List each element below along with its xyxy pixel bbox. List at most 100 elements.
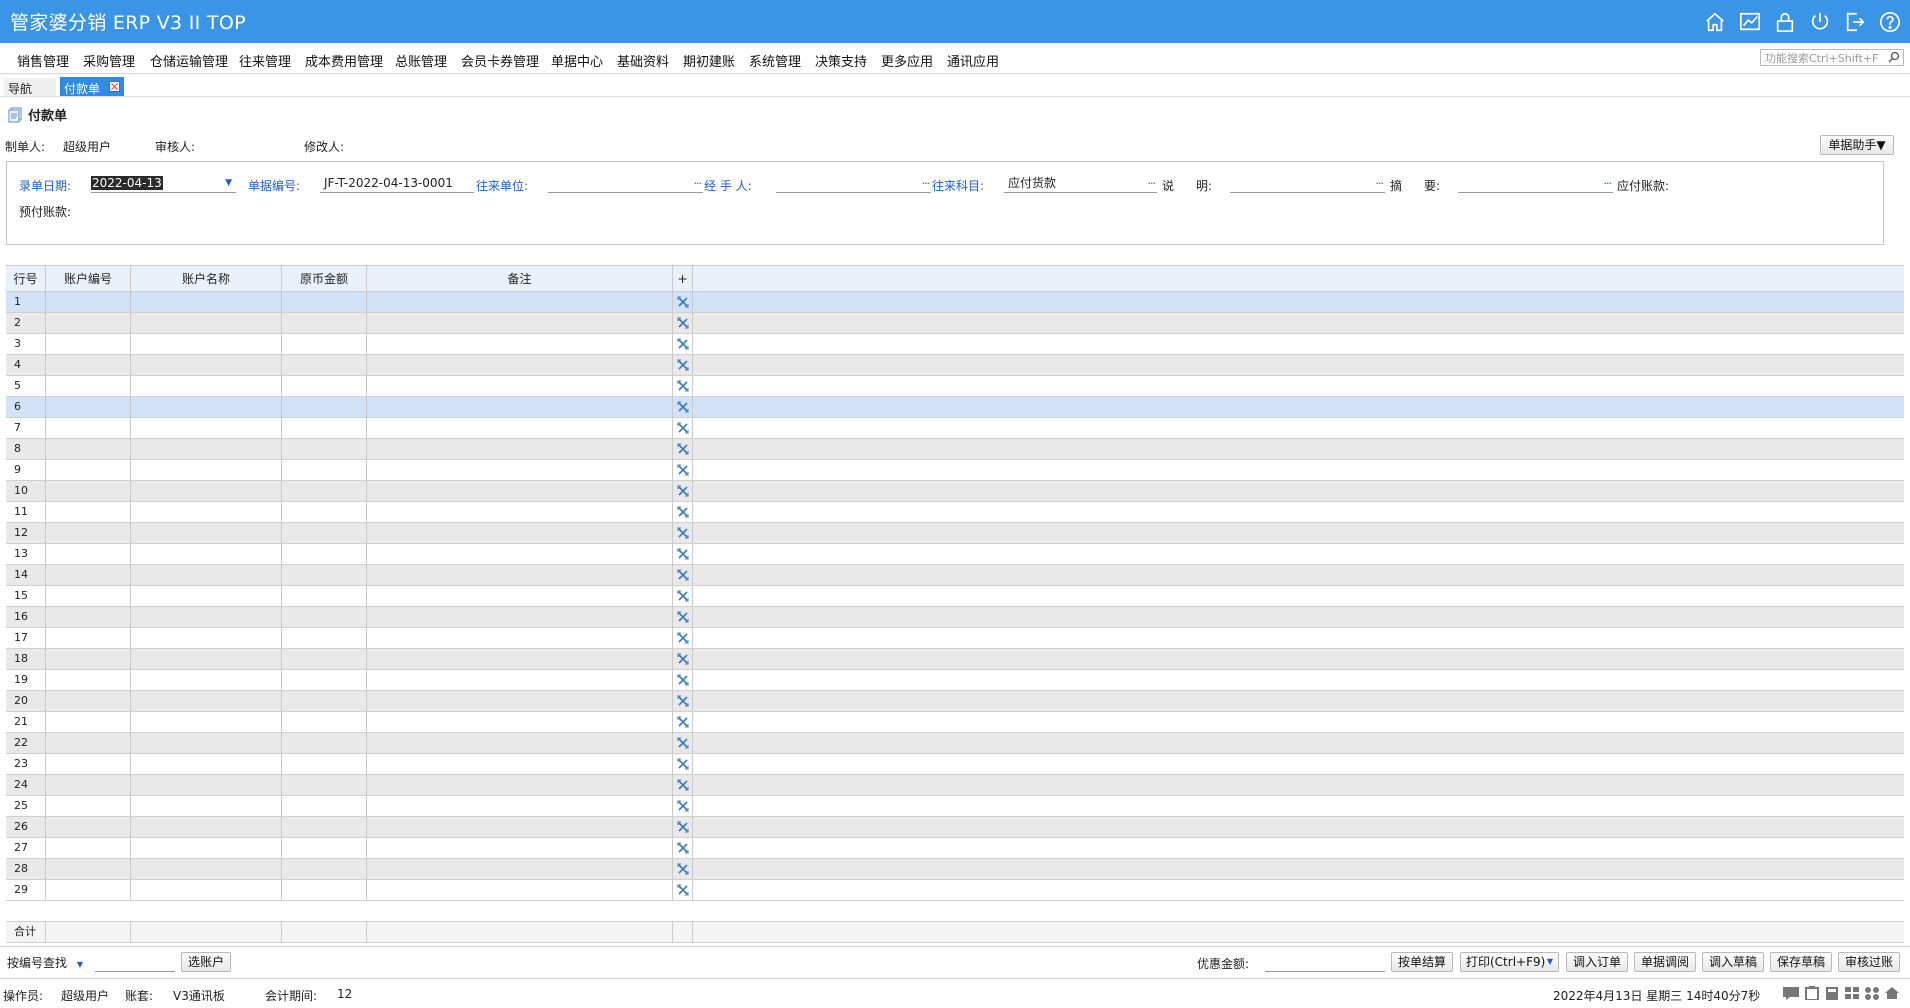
account-no-cell[interactable] [46,838,131,858]
menu-communication[interactable]: 通讯应用 [947,51,999,70]
delete-row-icon[interactable] [677,842,689,854]
remark-cell[interactable] [367,817,673,837]
delete-row-icon[interactable] [677,737,689,749]
table-row[interactable]: 23 [6,754,1904,775]
account-name-cell[interactable] [131,523,282,543]
remark-cell[interactable] [367,838,673,858]
delete-row-icon[interactable] [677,443,689,455]
table-row[interactable]: 2 [6,313,1904,334]
menu-sales[interactable]: 销售管理 [17,51,69,70]
account-name-cell[interactable] [131,670,282,690]
clipboard-icon[interactable] [1804,986,1820,1000]
more-icon[interactable]: ··· [694,175,702,192]
account-name-cell[interactable] [131,880,282,900]
remark-cell[interactable] [367,355,673,375]
account-no-cell[interactable] [46,859,131,879]
account-name-cell[interactable] [131,775,282,795]
table-row[interactable]: 11 [6,502,1904,523]
account-no-cell[interactable] [46,502,131,522]
summary-field[interactable]: ··· [1458,175,1613,193]
account-name-cell[interactable] [131,754,282,774]
remark-cell[interactable] [367,712,673,732]
table-row[interactable]: 21 [6,712,1904,733]
amount-cell[interactable] [282,859,367,879]
amount-cell[interactable] [282,733,367,753]
remark-cell[interactable] [367,607,673,627]
amount-cell[interactable] [282,565,367,585]
remark-cell[interactable] [367,292,673,312]
print-button[interactable]: 打印(Ctrl+F9) ▼ [1460,952,1559,972]
account-no-cell[interactable] [46,712,131,732]
account-name-cell[interactable] [131,817,282,837]
table-row[interactable]: 20 [6,691,1904,712]
delete-row-icon[interactable] [677,821,689,833]
account-name-cell[interactable] [131,607,282,627]
search-icon[interactable] [1888,51,1900,63]
home-icon[interactable] [1703,10,1727,34]
logout-icon[interactable] [1843,10,1867,34]
remark-cell[interactable] [367,649,673,669]
account-no-cell[interactable] [46,481,131,501]
column-header-account-no[interactable]: 账户编号 [46,266,131,291]
account-no-cell[interactable] [46,355,131,375]
remark-cell[interactable] [367,691,673,711]
table-row[interactable]: 4 [6,355,1904,376]
menu-more-apps[interactable]: 更多应用 [881,51,933,70]
remark-cell[interactable] [367,628,673,648]
amount-cell[interactable] [282,418,367,438]
account-name-cell[interactable] [131,544,282,564]
table-row[interactable]: 8 [6,439,1904,460]
account-name-cell[interactable] [131,418,282,438]
delete-row-icon[interactable] [677,863,689,875]
delete-row-icon[interactable] [677,758,689,770]
delete-row-icon[interactable] [677,569,689,581]
table-row[interactable]: 12 [6,523,1904,544]
delete-row-icon[interactable] [677,464,689,476]
delete-row-icon[interactable] [677,548,689,560]
table-row[interactable]: 1 [6,292,1904,313]
remark-cell[interactable] [367,376,673,396]
apps-icon[interactable] [1864,986,1880,1000]
table-row[interactable]: 28 [6,859,1904,880]
account-name-cell[interactable] [131,292,282,312]
remark-cell[interactable] [367,796,673,816]
discount-input[interactable] [1265,955,1385,972]
account-name-cell[interactable] [131,691,282,711]
delete-row-icon[interactable] [677,590,689,602]
import-order-button[interactable]: 调入订单 [1566,952,1628,972]
account-no-cell[interactable] [46,418,131,438]
amount-cell[interactable] [282,607,367,627]
date-field[interactable]: 2022-04-13 ▼ [91,175,236,193]
lock-icon[interactable] [1773,10,1797,34]
delete-row-icon[interactable] [677,884,689,896]
remark-cell[interactable] [367,670,673,690]
table-row[interactable]: 29 [6,880,1904,901]
remark-cell[interactable] [367,502,673,522]
delete-row-icon[interactable] [677,527,689,539]
account-name-cell[interactable] [131,439,282,459]
remark-cell[interactable] [367,544,673,564]
account-name-cell[interactable] [131,586,282,606]
amount-cell[interactable] [282,628,367,648]
delete-row-icon[interactable] [677,485,689,497]
message-icon[interactable] [1782,986,1800,1000]
account-no-cell[interactable] [46,376,131,396]
table-row[interactable]: 26 [6,817,1904,838]
menu-decision[interactable]: 决策支持 [815,51,867,70]
calculator-icon[interactable] [1824,986,1840,1000]
table-row[interactable]: 14 [6,565,1904,586]
subject-field[interactable]: 应付货款 ··· [1004,175,1157,193]
delete-row-icon[interactable] [677,653,689,665]
account-no-cell[interactable] [46,649,131,669]
remark-cell[interactable] [367,754,673,774]
audit-post-button[interactable]: 审核过账 [1838,952,1900,972]
table-row[interactable]: 6 [6,397,1904,418]
more-icon[interactable]: ··· [1604,175,1612,192]
delete-row-icon[interactable] [677,506,689,518]
amount-cell[interactable] [282,880,367,900]
remark-cell[interactable] [367,775,673,795]
table-row[interactable]: 15 [6,586,1904,607]
delete-row-icon[interactable] [677,317,689,329]
settle-by-doc-button[interactable]: 按单结算 [1391,952,1453,972]
account-name-cell[interactable] [131,334,282,354]
